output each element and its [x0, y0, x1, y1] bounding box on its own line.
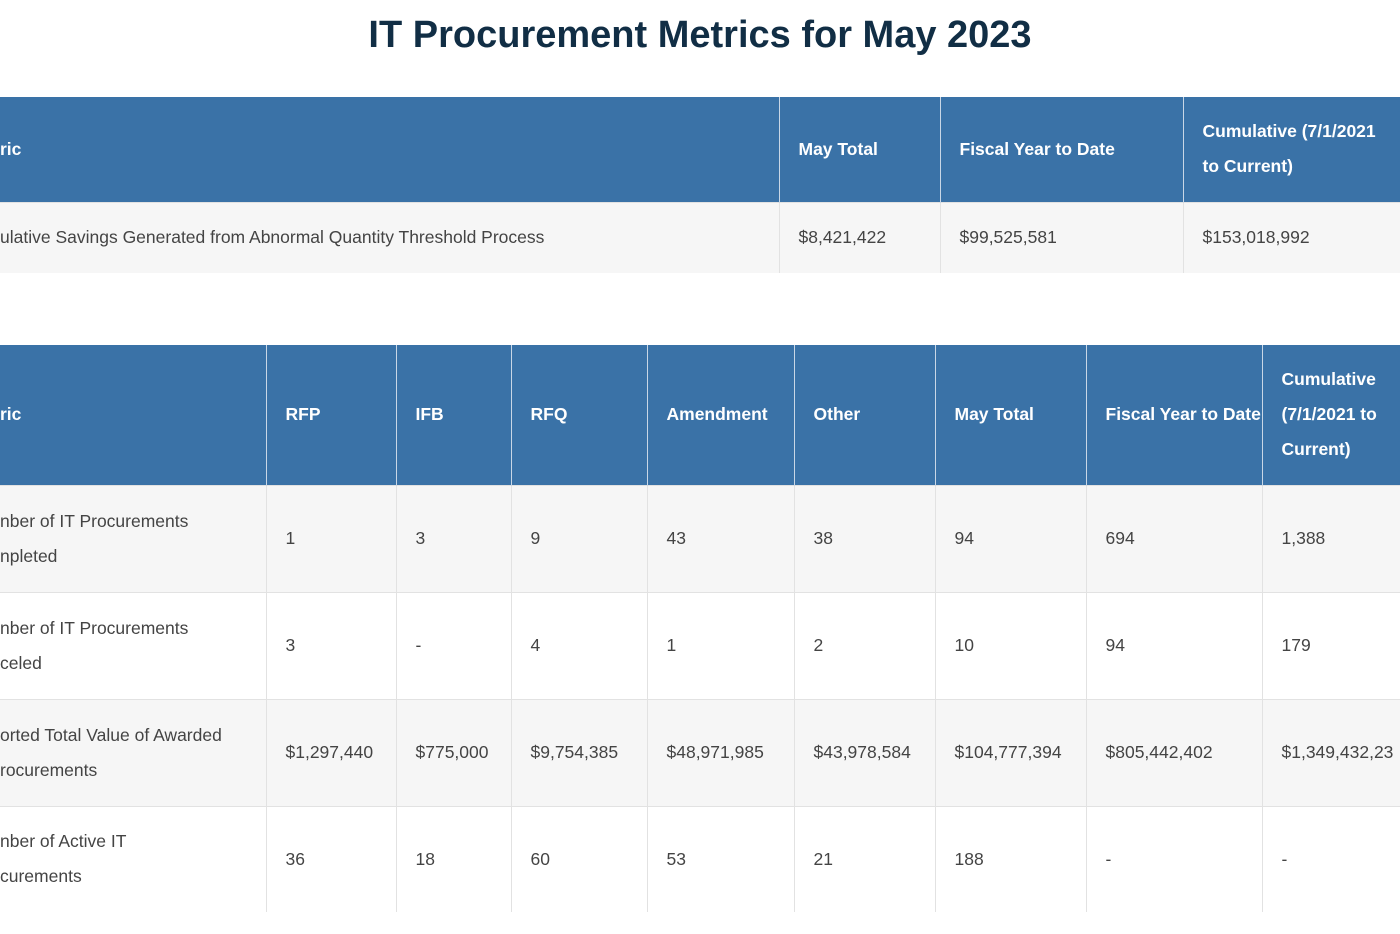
cumulative-cell: -: [1261, 805, 1400, 912]
ifb-cell: -: [395, 591, 511, 699]
table-row: nber of IT Procurements celed 3-4 1 2 10 94 179: [0, 591, 1400, 699]
header-may-total: May Total: [934, 345, 1086, 485]
rfq-cell: 9: [510, 484, 647, 592]
header-ifb: IFB: [395, 345, 511, 485]
rfq-cell: 60: [510, 805, 647, 912]
value-cell: $153,018,992: [1182, 201, 1400, 273]
page-title: IT Procurement Metrics for May 2023: [368, 14, 1032, 56]
fiscal-year-to-date-cell: 694: [1085, 484, 1262, 592]
other-cell: 38: [793, 484, 935, 592]
rfp-cell: 1: [265, 484, 396, 592]
metric-cell: orted Total Value of Awarded rocurements: [0, 698, 266, 806]
ifb-cell: 18: [395, 805, 511, 912]
fiscal-year-to-date-cell: $805,442,402: [1085, 698, 1262, 806]
header-amendment: Amendment: [646, 345, 794, 485]
fiscal-year-to-date-cell: -: [1085, 805, 1262, 912]
table-row: nber of Active IT curements 36 18 60 53 21 188-…: [0, 805, 1400, 912]
header-metric: ric: [0, 97, 779, 202]
header-fiscal-year-to-date: Fiscal Year to Date: [1085, 345, 1262, 485]
value-cell: $99,525,581: [939, 201, 1183, 273]
rfp-cell: $1,297,440: [265, 698, 396, 806]
procurement-table: ric RFP IFB RFQ Amendment Other May Total Fisca…: [0, 345, 1400, 912]
header-cumulative: Cumulative (7/1/2021 to Current): [1261, 345, 1400, 485]
may-total-cell: 10: [934, 591, 1086, 699]
other-cell: 2: [793, 591, 935, 699]
cumulative-cell: 179: [1261, 591, 1400, 699]
metric-cell: nber of IT Procurements npleted: [0, 484, 266, 592]
may-total-cell: $104,777,394: [934, 698, 1086, 806]
cumulative-cell: $1,349,432,23: [1261, 698, 1400, 806]
may-total-cell: 188: [934, 805, 1086, 912]
rfq-cell: $9,754,385: [510, 698, 647, 806]
value-cell: $8,421,422: [778, 201, 940, 273]
may-total-cell: 94: [934, 484, 1086, 592]
table-row: orted Total Value of Awarded rocurements $…: [0, 698, 1400, 806]
table-row: nber of IT Procurements npleted 1 3 9 43 38 94 6…: [0, 484, 1400, 592]
metric-cell: ulative Savings Generated from Abnormal …: [0, 201, 779, 273]
other-cell: 21: [793, 805, 935, 912]
header-rfq: RFQ: [510, 345, 647, 485]
amendment-cell: 53: [646, 805, 794, 912]
metric-cell: nber of IT Procurements celed: [0, 591, 266, 699]
fiscal-year-to-date-cell: 94: [1085, 591, 1262, 699]
ifb-cell: $775,000: [395, 698, 511, 806]
rfq-cell: 4: [510, 591, 647, 699]
header-fiscal-year-to-date: Fiscal Year to Date: [939, 97, 1183, 202]
amendment-cell: $48,971,985: [646, 698, 794, 806]
amendment-cell: 43: [646, 484, 794, 592]
cumulative-cell: 1,388: [1261, 484, 1400, 592]
header-cumulative: Cumulative (7/1/2021 to Current): [1182, 97, 1400, 202]
table-row: ulative Savings Generated from Abnormal …: [0, 201, 1400, 273]
header-metric: ric: [0, 345, 266, 485]
header-rfp: RFP: [265, 345, 396, 485]
amendment-cell: 1: [646, 591, 794, 699]
other-cell: $43,978,584: [793, 698, 935, 806]
header-other: Other: [793, 345, 935, 485]
table-header-row: ric May Total Fiscal Year to Date Cumula…: [0, 97, 1400, 202]
header-may-total: May Total: [778, 97, 940, 202]
rfp-cell: 3: [265, 591, 396, 699]
table-header-row: ric RFP IFB RFQ Amendment Other May Total Fisca…: [0, 345, 1400, 485]
ifb-cell: 3: [395, 484, 511, 592]
metric-cell: nber of Active IT curements: [0, 805, 266, 912]
rfp-cell: 36: [265, 805, 396, 912]
savings-table: ric May Total Fiscal Year to Date Cumula…: [0, 97, 1400, 273]
